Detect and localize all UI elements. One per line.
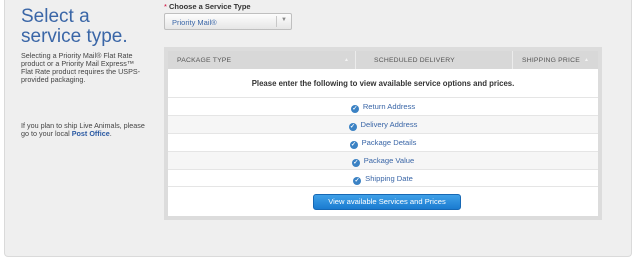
post-office-link[interactable]: Post Office — [72, 129, 110, 138]
select-divider — [276, 16, 277, 27]
flat-rate-note: Selecting a Priority Mail® Flat Rate pro… — [21, 51, 141, 85]
service-type-label: * Choose a Service Type — [164, 2, 251, 11]
view-services-button[interactable]: View available Services and Prices — [313, 194, 461, 210]
column-scheduled-delivery[interactable]: SCHEDULED DELIVERY — [374, 57, 455, 64]
requirement-label: Return Address — [362, 102, 416, 111]
requirement-shipping-date: ✓ Shipping Date — [168, 169, 598, 187]
page-title: Select a service type. — [21, 6, 128, 47]
requirement-label: Package Value — [363, 156, 415, 165]
requirement-delivery-address: ✓ Delivery Address — [168, 115, 598, 133]
sort-icon[interactable]: ▲ — [344, 57, 349, 63]
check-circle-icon: ✓ — [349, 141, 358, 149]
service-type-label-text: Choose a Service Type — [169, 2, 251, 11]
requirement-label: Delivery Address — [360, 120, 418, 129]
column-package-type[interactable]: PACKAGE TYPE — [177, 57, 231, 64]
live-animals-note: If you plan to ship Live Animals, please… — [21, 121, 146, 139]
check-circle-icon: ✓ — [350, 105, 359, 113]
check-circle-icon: ✓ — [351, 159, 360, 167]
service-type-selected: Priority Mail® — [172, 18, 217, 27]
chevron-down-icon: ▼ — [281, 17, 287, 23]
service-type-select[interactable]: Priority Mail® ▼ — [164, 13, 292, 30]
column-shipping-price[interactable]: SHIPPING PRICE — [522, 57, 580, 64]
requirements-prompt: Please enter the following to view avail… — [251, 79, 515, 88]
check-circle-icon: ✓ — [353, 177, 362, 185]
column-divider — [355, 51, 356, 69]
check-circle-icon: ✓ — [348, 123, 357, 131]
requirement-package-details: ✓ Package Details — [168, 133, 598, 151]
requirement-label: Shipping Date — [365, 174, 413, 183]
required-mark: * — [164, 2, 167, 11]
column-divider — [512, 51, 513, 69]
live-animals-suffix: . — [109, 129, 112, 139]
requirement-label: Package Details — [361, 138, 417, 147]
table-header: PACKAGE TYPE ▲ SCHEDULED DELIVERY SHIPPI… — [168, 51, 598, 69]
sort-icon[interactable]: ▲ — [584, 57, 589, 63]
requirement-return-address: ✓ Return Address — [168, 97, 598, 115]
service-options-table: PACKAGE TYPE ▲ SCHEDULED DELIVERY SHIPPI… — [164, 47, 602, 220]
requirement-package-value: ✓ Package Value — [168, 151, 598, 169]
